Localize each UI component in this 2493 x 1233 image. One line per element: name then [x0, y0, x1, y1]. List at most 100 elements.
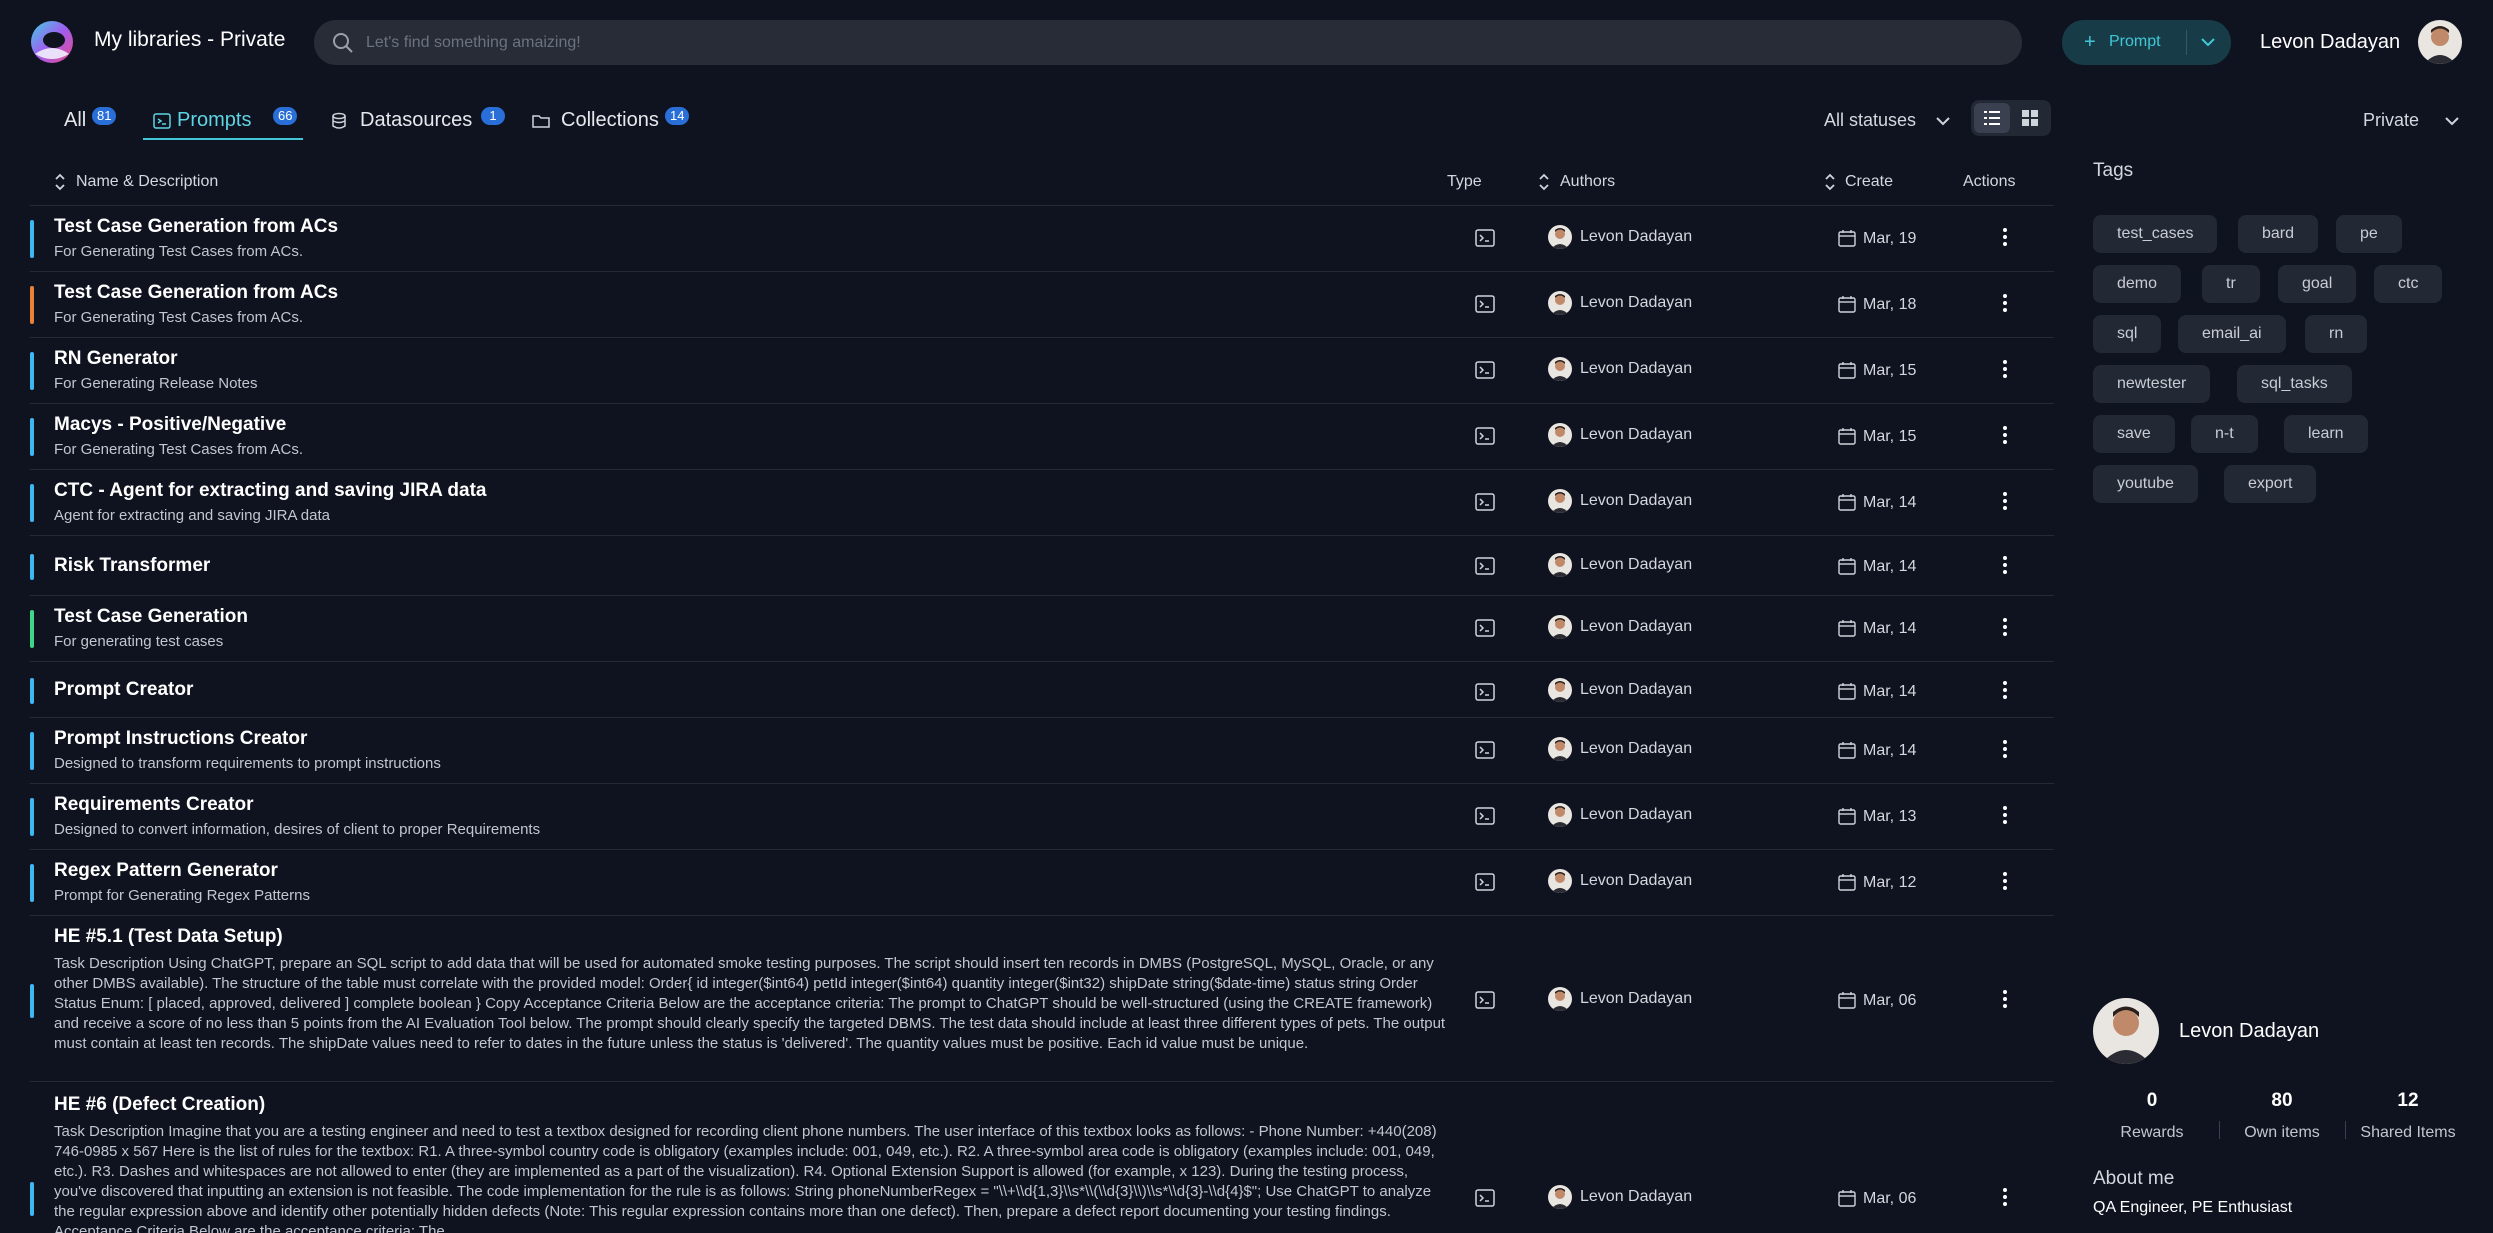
calendar-icon — [1838, 230, 1856, 247]
prompt-name[interactable]: Requirements Creator — [54, 794, 254, 816]
tag-chip[interactable]: tr — [2202, 265, 2260, 303]
table-row[interactable]: HE #6 (Defect Creation) Task Description… — [30, 1082, 2054, 1233]
table-row[interactable]: Test Case Generation from ACs For Genera… — [30, 206, 2054, 272]
tag-chip[interactable]: newtester — [2093, 365, 2211, 403]
more-options-icon[interactable] — [1995, 870, 2015, 892]
tag-chip[interactable]: sql — [2093, 315, 2162, 353]
search-bar[interactable] — [314, 20, 2022, 65]
tag-chip[interactable]: export — [2224, 465, 2317, 503]
tag-chip[interactable]: ctc — [2374, 265, 2443, 303]
prompt-name[interactable]: Prompt Instructions Creator — [54, 728, 307, 750]
prompt-name[interactable]: CTC - Agent for extracting and saving JI… — [54, 480, 486, 502]
grid-view-button[interactable] — [2012, 103, 2048, 133]
chevron-down-icon[interactable] — [2200, 35, 2216, 49]
prompt-name[interactable]: Test Case Generation from ACs — [54, 216, 338, 238]
table-row[interactable]: Regex Pattern Generator Prompt for Gener… — [30, 850, 2054, 916]
tag-chip[interactable]: youtube — [2093, 465, 2198, 503]
more-options-icon[interactable] — [1995, 554, 2015, 576]
status-indicator — [30, 554, 34, 580]
table-row[interactable]: CTC - Agent for extracting and saving JI… — [30, 470, 2054, 536]
status-indicator — [30, 984, 34, 1018]
more-options-icon[interactable] — [1995, 1186, 2015, 1208]
more-options-icon[interactable] — [1995, 738, 2015, 760]
search-input[interactable] — [366, 20, 1986, 65]
author-name: Levon Dadayan — [1580, 681, 1693, 698]
tag-chip[interactable]: save — [2093, 415, 2175, 453]
column-name[interactable]: Name & Description — [76, 173, 218, 191]
avatar[interactable] — [2418, 20, 2462, 64]
tag-chip[interactable]: email_ai — [2178, 315, 2286, 353]
tab-collections[interactable]: Collections 14 — [532, 100, 732, 140]
tag-chip[interactable]: demo — [2093, 265, 2182, 303]
create-prompt-button[interactable]: + Prompt — [2062, 20, 2231, 65]
date-value: Mar, 14 — [1863, 620, 1917, 637]
more-options-icon[interactable] — [1995, 358, 2015, 380]
avatar — [1548, 357, 1572, 381]
more-options-icon[interactable] — [1995, 490, 2015, 512]
more-options-icon[interactable] — [1995, 292, 2015, 314]
calendar-icon — [1838, 742, 1856, 759]
prompt-name[interactable]: Risk Transformer — [54, 555, 210, 577]
column-authors[interactable]: Authors — [1560, 173, 1615, 191]
prompt-name[interactable]: HE #5.1 (Test Data Setup) — [54, 926, 283, 948]
table-row[interactable]: Macys - Positive/Negative For Generating… — [30, 404, 2054, 470]
tag-chip[interactable]: test_cases — [2093, 215, 2218, 253]
tag-chip[interactable]: pe — [2336, 215, 2402, 253]
author-name: Levon Dadayan — [1580, 360, 1693, 377]
calendar-icon — [1838, 494, 1856, 511]
tag-chip[interactable]: sql_tasks — [2237, 365, 2352, 403]
tab-prompts[interactable]: Prompts 66 — [143, 100, 303, 140]
sort-icon[interactable] — [54, 172, 66, 192]
prompt-name[interactable]: Prompt Creator — [54, 679, 193, 701]
more-options-icon[interactable] — [1995, 988, 2015, 1010]
column-create[interactable]: Create — [1845, 173, 1893, 191]
more-options-icon[interactable] — [1995, 616, 2015, 638]
prompt-name[interactable]: Macys - Positive/Negative — [54, 414, 286, 436]
table-row[interactable]: Test Case Generation from ACs For Genera… — [30, 272, 2054, 338]
database-icon — [332, 112, 346, 129]
prompt-name[interactable]: Regex Pattern Generator — [54, 860, 278, 882]
prompt-name[interactable]: HE #6 (Defect Creation) — [54, 1094, 265, 1116]
status-filter-select[interactable]: All statuses — [1824, 110, 1950, 131]
count-badge: 66 — [273, 107, 298, 125]
more-options-icon[interactable] — [1995, 804, 2015, 826]
table-row[interactable]: HE #5.1 (Test Data Setup) Task Descripti… — [30, 916, 2054, 1082]
more-options-icon[interactable] — [1995, 424, 2015, 446]
stat-value: 0 — [2146, 1090, 2158, 1111]
table-row[interactable]: RN Generator For Generating Release Note… — [30, 338, 2054, 404]
prompt-icon — [153, 113, 171, 129]
table-header: Name & Description Type Authors Create A… — [30, 168, 2054, 206]
sort-icon[interactable] — [1824, 172, 1836, 192]
visibility-filter-select[interactable]: Private — [2363, 110, 2459, 131]
table-row[interactable]: Test Case Generation For generating test… — [30, 596, 2054, 662]
tag-chip[interactable]: rn — [2305, 315, 2368, 353]
tag-chip[interactable]: learn — [2284, 415, 2368, 453]
user-name[interactable]: Levon Dadayan — [2260, 31, 2400, 54]
author-name: Levon Dadayan — [1580, 806, 1693, 823]
folder-icon — [532, 115, 550, 128]
tab-datasources[interactable]: Datasources 1 — [330, 100, 540, 140]
app-logo[interactable] — [27, 20, 77, 64]
tag-chip[interactable]: bard — [2238, 215, 2319, 253]
status-indicator — [30, 864, 34, 902]
tab-all[interactable]: All 81 — [64, 100, 154, 140]
date-value: Mar, 12 — [1863, 874, 1917, 891]
list-view-button[interactable] — [1974, 103, 2010, 133]
more-options-icon[interactable] — [1995, 679, 2015, 701]
more-options-icon[interactable] — [1995, 226, 2015, 248]
table-row[interactable]: Prompt Instructions Creator Designed to … — [30, 718, 2054, 784]
tab-label: Prompts — [177, 109, 252, 131]
table-row[interactable]: Risk Transformer Levon Dadayan Mar, 14 — [30, 536, 2054, 596]
tag-chip[interactable]: n-t — [2191, 415, 2258, 453]
view-toggle — [1971, 100, 2051, 136]
prompt-name[interactable]: RN Generator — [54, 348, 178, 370]
tag-chip[interactable]: goal — [2278, 265, 2357, 303]
prompt-name[interactable]: Test Case Generation from ACs — [54, 282, 338, 304]
prompt-name[interactable]: Test Case Generation — [54, 606, 248, 628]
count-badge: 14 — [665, 107, 690, 125]
avatar[interactable] — [2093, 998, 2159, 1064]
table-row[interactable]: Prompt Creator Levon Dadayan Mar, 14 — [30, 662, 2054, 718]
prompt-type-icon — [1475, 807, 1495, 825]
sort-icon[interactable] — [1538, 172, 1550, 192]
table-row[interactable]: Requirements Creator Designed to convert… — [30, 784, 2054, 850]
